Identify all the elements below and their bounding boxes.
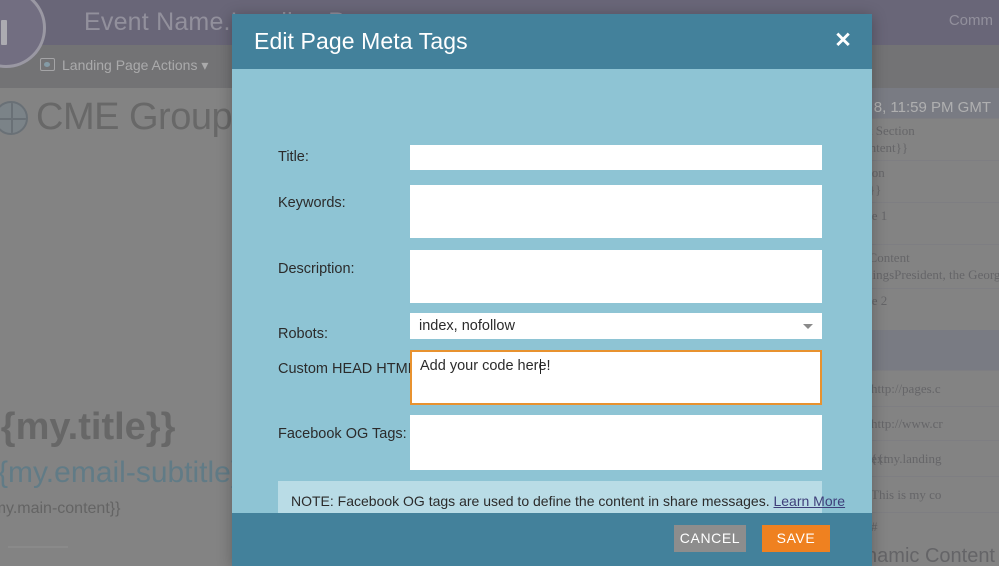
custom-head-html-input[interactable]: Add your code here!: [410, 350, 822, 405]
title-input[interactable]: [410, 145, 822, 170]
modal-title: Edit Page Meta Tags: [254, 28, 468, 55]
note-text: NOTE: Facebook OG tags are used to defin…: [291, 493, 845, 509]
modal-body: Title: Keywords: Description: Robots: in…: [232, 69, 872, 513]
close-icon[interactable]: ✕: [832, 30, 854, 52]
screen: CME Group {{my.title}} {{my.email-subtit…: [0, 0, 999, 566]
edit-page-meta-tags-modal: Edit Page Meta Tags ✕ Title: Keywords: D…: [232, 14, 872, 566]
modal-footer: CANCEL SAVE: [232, 513, 872, 566]
modal-header: Edit Page Meta Tags ✕: [232, 14, 872, 69]
robots-select[interactable]: index, nofollow: [410, 313, 822, 339]
text-caret: [540, 359, 541, 374]
note-prefix: NOTE:: [291, 493, 334, 509]
description-input[interactable]: [410, 250, 822, 303]
keywords-input[interactable]: [410, 185, 822, 238]
keywords-label: Keywords:: [278, 195, 346, 211]
save-button[interactable]: SAVE: [762, 525, 830, 552]
custom-head-html-value: Add your code here!: [420, 358, 551, 374]
note-body: Facebook OG tags are used to define the …: [338, 493, 770, 509]
custom-head-html-label: Custom HEAD HTML:: [278, 361, 420, 377]
robots-label: Robots:: [278, 326, 328, 342]
learn-more-link[interactable]: Learn More: [773, 493, 845, 509]
description-label: Description:: [278, 261, 355, 277]
facebook-og-tags-input[interactable]: [410, 415, 822, 470]
chevron-down-icon: [803, 324, 813, 329]
robots-select-value: index, nofollow: [419, 318, 515, 334]
cancel-button[interactable]: CANCEL: [674, 525, 746, 552]
facebook-og-tags-label: Facebook OG Tags:: [278, 426, 407, 442]
title-label: Title:: [278, 149, 309, 165]
